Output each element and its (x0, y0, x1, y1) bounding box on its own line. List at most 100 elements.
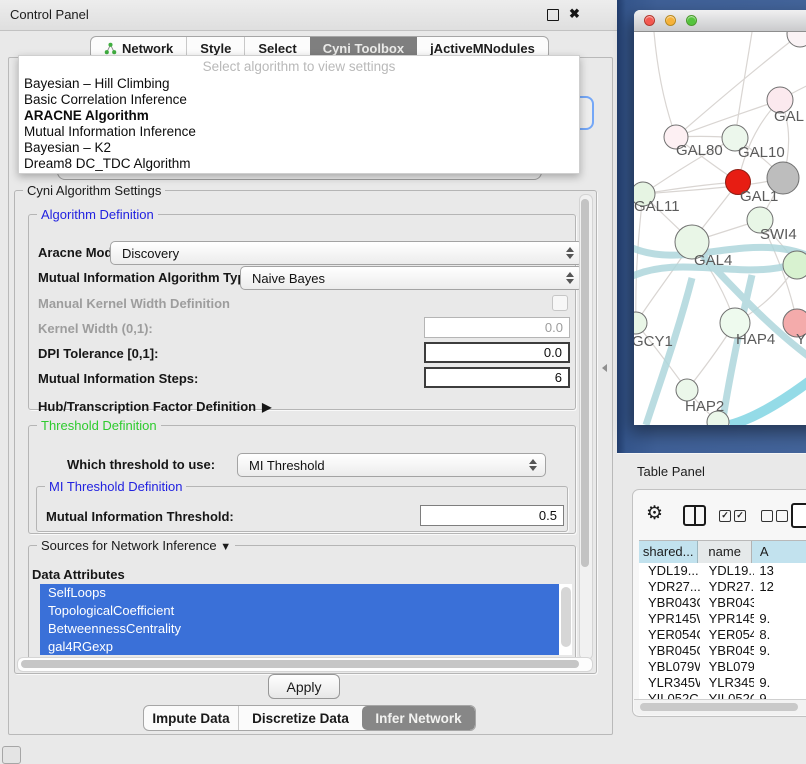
expand-right-icon: ▶ (262, 400, 271, 414)
attribute-item-selected[interactable]: BetweennessCentrality (40, 620, 559, 638)
dropdown-option[interactable]: Dream8 DC_TDC Algorithm (19, 156, 579, 172)
table-panel: ⚙ ✓ ✓ shared... name A YDL19...YDL19...1… (632, 489, 806, 717)
mi-threshold-label: Mutual Information Threshold: (46, 509, 234, 524)
node-label: HAP2 (685, 398, 724, 415)
splitpane-collapse-icon[interactable] (602, 364, 607, 372)
table-body: YDL19...YDL19...13 YDR27...YDR27...12 YB… (639, 563, 806, 700)
node-label: GAL4 (694, 252, 732, 269)
kernel-width-label: Kernel Width (0,1): (38, 321, 153, 336)
dpi-tolerance-label: DPI Tolerance [0,1]: (38, 346, 158, 361)
close-window-icon[interactable] (644, 15, 655, 26)
table-row[interactable]: YLR345WYLR345W9. (639, 675, 806, 691)
network-edges-bright (730, 362, 806, 425)
table-horizontal-scrollbar-thumb[interactable] (640, 703, 798, 711)
sources-group-title[interactable]: Sources for Network Inference ▼ (37, 538, 235, 553)
table-row[interactable]: YBL079WYBL079W (639, 659, 806, 675)
columns-icon[interactable] (683, 505, 706, 526)
table-row[interactable]: YBR043CYBR043C (639, 595, 806, 611)
node-label: GAL1 (740, 188, 778, 205)
table-row[interactable]: YBR045CYBR045C9. (639, 643, 806, 659)
combo-spinner-icon (566, 247, 574, 259)
settings-vertical-scrollbar-thumb[interactable] (581, 199, 589, 567)
data-attributes-label: Data Attributes (32, 567, 125, 582)
checked-checkbox-icon[interactable]: ✓ (734, 510, 746, 522)
combo-spinner-icon (529, 459, 537, 471)
settings-vertical-scrollbar[interactable] (579, 194, 593, 660)
table-row[interactable]: YDR27...YDR27...12 (639, 579, 806, 595)
table-toolbar: ⚙ ✓ ✓ (633, 490, 806, 540)
node-label: HAP4 (736, 331, 775, 348)
dropdown-prompt: Select algorithm to view settings (19, 56, 579, 76)
column-header-shared[interactable]: shared... (639, 541, 698, 564)
kernel-width-input[interactable] (424, 317, 570, 338)
network-window-titlebar[interactable] (634, 10, 806, 32)
dropdown-option[interactable]: Mutual Information Inference (19, 124, 579, 140)
table-header: shared... name A (639, 540, 806, 564)
data-attributes-list: SelfLoops TopologicalCoefficient Between… (40, 584, 572, 655)
tab-impute-data[interactable]: Impute Data (144, 706, 238, 730)
aracne-mode-value: Discovery (122, 246, 179, 261)
float-panel-icon[interactable] (547, 9, 559, 21)
apply-button[interactable]: Apply (268, 674, 340, 699)
network-icon (104, 42, 117, 55)
attribute-item-selected[interactable]: TopologicalCoefficient (40, 602, 559, 620)
checked-checkbox-icon[interactable]: ✓ (719, 510, 731, 522)
mi-type-combobox[interactable]: Naive Bayes (240, 266, 583, 290)
manual-kernel-checkbox[interactable] (552, 295, 568, 311)
column-header-name[interactable]: name (698, 541, 752, 564)
node-gcy1[interactable] (634, 312, 647, 334)
mi-threshold-input[interactable] (420, 505, 564, 526)
algorithm-definition-title: Algorithm Definition (37, 207, 158, 222)
node-label: GAL80 (676, 142, 723, 159)
dropdown-option[interactable]: Basic Correlation Inference (19, 92, 579, 108)
node-label: GAL10 (738, 144, 785, 161)
hub-definition-toggle[interactable]: Hub/Transcription Factor Definition▶ (38, 399, 271, 414)
column-header-next[interactable]: A (752, 541, 806, 564)
node-label: GAL11 (634, 198, 680, 215)
threshold-definition-title: Threshold Definition (37, 418, 161, 433)
table-row[interactable]: YDL19...YDL19...13 (639, 563, 806, 579)
unchecked-checkbox-icon[interactable] (776, 510, 788, 522)
status-corner-button[interactable] (2, 746, 21, 764)
attribute-item-selected[interactable]: SelfLoops (40, 584, 559, 602)
network-canvas[interactable]: GAL GAL80 GAL10 GAL1 GAL11 SWI4 GAL4 GCY… (634, 32, 806, 425)
tab-infer-network[interactable]: Infer Network (362, 706, 475, 730)
minimize-window-icon[interactable] (665, 15, 676, 26)
close-panel-icon[interactable]: ✖ (569, 6, 580, 22)
control-panel-titlebar: Control Panel ✖ (0, 0, 617, 31)
aracne-mode-combobox[interactable]: Discovery (110, 241, 583, 265)
dpi-tolerance-input[interactable] (424, 342, 570, 363)
which-threshold-label: Which threshold to use: (67, 457, 215, 472)
algorithm-dropdown-list: Select algorithm to view settings Bayesi… (18, 55, 580, 174)
zoom-window-icon[interactable] (686, 15, 697, 26)
collapse-down-icon: ▼ (220, 541, 231, 553)
settings-group-title: Cyni Algorithm Settings (23, 183, 165, 198)
control-panel-title: Control Panel (10, 7, 89, 22)
bottom-tabbar: Impute Data Discretize Data Infer Networ… (143, 705, 476, 731)
attribute-item-selected[interactable]: gal4RGexp (40, 638, 559, 655)
node[interactable] (783, 251, 806, 279)
node[interactable] (787, 32, 806, 47)
which-threshold-combobox[interactable]: MI Threshold (237, 453, 546, 477)
manual-kernel-label: Manual Kernel Width Definition (38, 296, 230, 311)
tab-discretize-data[interactable]: Discretize Data (238, 706, 362, 730)
list-scrollbar-thumb[interactable] (561, 587, 571, 647)
table-panel-titlebar: Table Panel (617, 453, 806, 488)
mi-steps-label: Mutual Information Steps: (38, 371, 198, 386)
tab-network-label: Network (122, 41, 173, 56)
mi-type-value: Naive Bayes (252, 271, 325, 286)
dropdown-option[interactable]: Bayesian – K2 (19, 140, 579, 156)
mi-steps-input[interactable] (424, 367, 570, 388)
dropdown-option[interactable]: Bayesian – Hill Climbing (19, 76, 579, 92)
mi-type-label: Mutual Information Algorithm Type: (38, 270, 257, 285)
settings-horizontal-scrollbar[interactable] (17, 657, 593, 672)
table-row[interactable]: YER054CYER054C8. (639, 627, 806, 643)
mi-threshold-group-title: MI Threshold Definition (45, 479, 186, 494)
table-row[interactable]: YPR145WYPR145W9. (639, 611, 806, 627)
unchecked-checkbox-icon[interactable] (761, 510, 773, 522)
table-horizontal-scrollbar[interactable] (634, 699, 806, 715)
document-icon[interactable] (791, 503, 806, 528)
dropdown-option-selected[interactable]: ARACNE Algorithm (19, 108, 579, 124)
settings-horizontal-scrollbar-thumb[interactable] (21, 660, 579, 668)
gear-icon[interactable]: ⚙ (646, 502, 663, 525)
